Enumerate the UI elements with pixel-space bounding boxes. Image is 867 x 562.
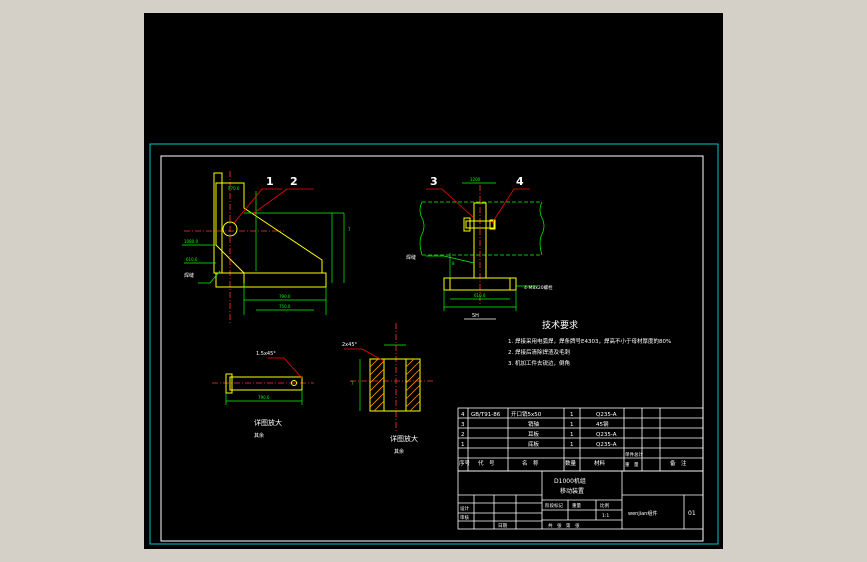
dimension-text: 970.0 bbox=[228, 186, 240, 191]
bom-table: 4 GB/T91-86 开口销5x50 1 Q235-A 3 销轴 1 45钢 … bbox=[459, 410, 687, 468]
view-rail-assembly: 1200 610.0 8 3 4 焊缝 4-M8x20螺栓 5H bbox=[406, 175, 553, 320]
detail-view-pin: 790.0 1.5x45° 详图放大 其余 bbox=[212, 351, 314, 439]
title-block-cell: 共 张 第 张 bbox=[548, 522, 580, 529]
bom-cell: 4 bbox=[461, 412, 465, 418]
bom-cell: GB/T91-86 bbox=[471, 412, 501, 418]
leader-line-4 bbox=[491, 188, 530, 224]
cad-viewport[interactable]: 970.0 790.0 750.0 1080.0 610.0 7 1 2 焊缝 bbox=[144, 13, 723, 549]
vertical-plate-outline bbox=[213, 172, 223, 274]
bom-header: 单件总计 bbox=[625, 451, 643, 458]
dimension-text: 610.0 bbox=[474, 293, 486, 298]
bom-cell: Q235-A bbox=[596, 432, 617, 438]
section-hatch bbox=[369, 358, 421, 412]
drawing-name: D1000机组 bbox=[554, 477, 586, 485]
bom-cell: 底板 bbox=[528, 440, 540, 448]
tech-req-item: 3. 机加工件去锐边，倒角 bbox=[508, 359, 570, 367]
balloon-2: 2 bbox=[290, 175, 298, 188]
bom-cell: 45钢 bbox=[596, 420, 609, 428]
bom-cell: 1 bbox=[570, 432, 574, 438]
balloon-1: 1 bbox=[266, 175, 274, 188]
bom-header: 序号 bbox=[459, 459, 471, 467]
title-block bbox=[457, 407, 704, 530]
tech-req-item: 2. 焊接后清除焊渣及毛刺 bbox=[508, 348, 570, 356]
dimension-text: 1200 bbox=[470, 177, 481, 182]
bom-cell: 1 bbox=[461, 442, 465, 448]
title-block-cell: 重量 bbox=[572, 502, 581, 509]
rail-break-line bbox=[539, 201, 545, 256]
bom-header: 材料 bbox=[594, 459, 606, 467]
bom-cell: 销轴 bbox=[528, 420, 540, 428]
bom-cell: 2 bbox=[461, 432, 465, 438]
dimension-text: 610.0 bbox=[186, 257, 198, 262]
detail-view-label: 详图放大 bbox=[390, 434, 418, 443]
weld-label: 焊缝 bbox=[184, 272, 194, 279]
tech-req-title: 技术要求 bbox=[542, 319, 578, 331]
bom-header: 代 号 bbox=[478, 459, 495, 467]
tech-req-item: 1. 焊接采用电弧焊，焊条牌号E4303，焊高不小于母材厚度的80% bbox=[508, 337, 671, 345]
title-block-cell: 阶段标记 bbox=[545, 502, 563, 509]
dimension-text: 8 bbox=[452, 261, 455, 266]
title-block-cell: 1:1 bbox=[602, 513, 609, 519]
dimension-text: 1080.0 bbox=[184, 239, 198, 244]
chamfer-label: 1.5x45° bbox=[256, 351, 276, 357]
company-name: wenjian组件 bbox=[628, 510, 657, 517]
title-block-cell: 日期 bbox=[498, 523, 507, 529]
bom-cell: 耳板 bbox=[528, 430, 540, 438]
cad-drawing-canvas[interactable]: 970.0 790.0 750.0 1080.0 610.0 7 1 2 焊缝 bbox=[144, 13, 723, 549]
ear-plate-outline bbox=[215, 182, 323, 274]
bolt-callout: 4-M8x20螺栓 bbox=[524, 284, 553, 291]
bom-header: 备 注 bbox=[670, 459, 687, 467]
bom-cell: Q235-A bbox=[596, 442, 617, 448]
bom-cell: Q235-A bbox=[596, 412, 617, 418]
drawing-code: 01 bbox=[688, 510, 696, 517]
detail-view-scale: 其余 bbox=[394, 448, 404, 455]
technical-requirements: 技术要求 1. 焊接采用电弧焊，焊条牌号E4303，焊高不小于母材厚度的80% … bbox=[508, 319, 671, 367]
dimension-text: 790.0 bbox=[279, 294, 291, 299]
bom-header: 重 量 bbox=[625, 461, 639, 468]
chamfer-label: 2x45° bbox=[342, 342, 358, 348]
weld-label: 焊缝 bbox=[406, 254, 416, 261]
dimension-text: 750.0 bbox=[279, 304, 291, 309]
section-mark: 5H bbox=[472, 313, 479, 319]
bom-cell: 1 bbox=[570, 442, 574, 448]
detail-view-hole: 7 2x45° 详图放大 其余 bbox=[342, 323, 434, 455]
pin-head bbox=[463, 217, 471, 232]
detail-view-scale: 其余 bbox=[254, 432, 264, 439]
bom-cell: 3 bbox=[461, 422, 465, 428]
leader-line-2 bbox=[253, 188, 314, 214]
title-block-cell: 审核 bbox=[460, 514, 469, 521]
rail-break-line bbox=[419, 201, 425, 256]
balloon-3: 3 bbox=[430, 175, 438, 188]
base-plate-outline bbox=[215, 272, 327, 288]
leader-line-3 bbox=[426, 188, 475, 219]
bom-cell: 开口销5x50 bbox=[511, 410, 542, 418]
view-bracket-assembly: 970.0 790.0 750.0 1080.0 610.0 7 1 2 焊缝 bbox=[182, 171, 351, 323]
bom-cell: 1 bbox=[570, 412, 574, 418]
dimension-text: 7 bbox=[351, 381, 354, 386]
chamfer-leader bbox=[268, 357, 303, 379]
bom-header: 名 称 bbox=[522, 459, 539, 467]
drawing-name: 移动装置 bbox=[560, 487, 584, 495]
bom-header: 数量 bbox=[565, 459, 577, 467]
dimension-text: 790.0 bbox=[258, 395, 270, 400]
detail-view-label: 详图放大 bbox=[254, 418, 282, 427]
balloon-4: 4 bbox=[516, 175, 524, 188]
dimension-text: 7 bbox=[348, 227, 351, 232]
bore-outline bbox=[383, 358, 407, 412]
title-block-cell: 设计 bbox=[460, 505, 469, 512]
bom-cell: 1 bbox=[570, 422, 574, 428]
title-block-cell: 比例 bbox=[600, 502, 609, 509]
